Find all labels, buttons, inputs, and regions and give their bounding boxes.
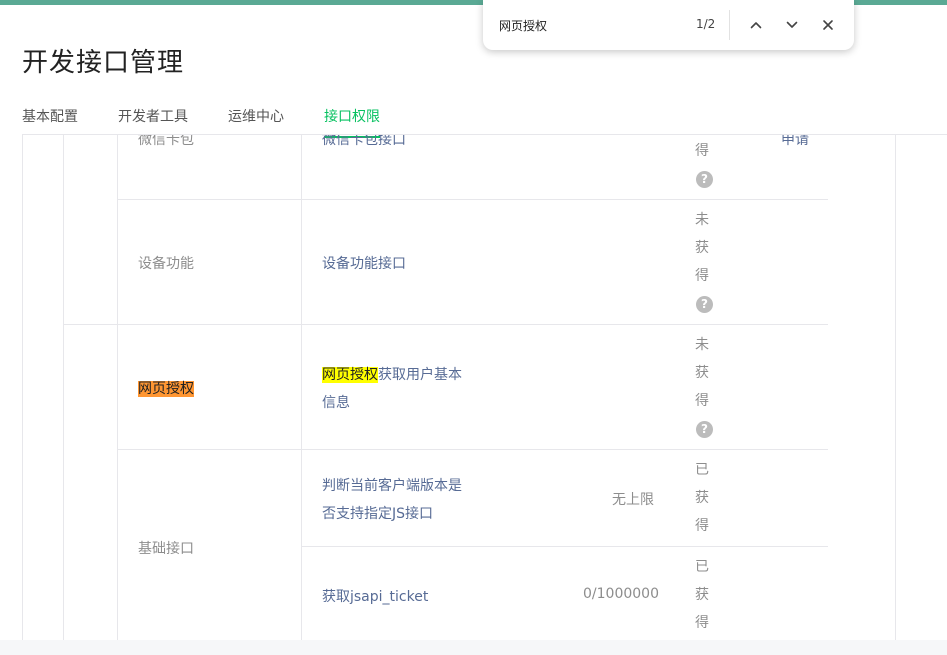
- interface-web-auth-line1[interactable]: 网页授权获取用户基本: [322, 364, 462, 384]
- status-char: 获: [695, 240, 709, 256]
- quota-value: 无上限: [612, 492, 654, 508]
- close-icon: [823, 20, 833, 30]
- category-column-divider: [117, 135, 118, 640]
- status-char: 未: [695, 212, 709, 228]
- interface-check-js-api-line2[interactable]: 否支持指定JS接口: [322, 503, 433, 523]
- status-char: 获: [695, 490, 709, 506]
- tab-basic-config[interactable]: 基本配置: [22, 106, 78, 126]
- category-basic-interface: 基础接口: [138, 541, 194, 557]
- interface-jsapi-ticket[interactable]: 获取jsapi_ticket: [322, 586, 428, 606]
- chevron-up-icon: [750, 22, 762, 29]
- interface-device-function[interactable]: 设备功能接口: [322, 253, 406, 273]
- table-border-right: [895, 135, 896, 640]
- status-char: 获: [695, 587, 709, 603]
- apply-link[interactable]: 申请: [781, 135, 809, 149]
- find-current-match: 网页授权: [138, 381, 194, 397]
- permissions-table: 微信卡包 微信卡包接口 得 ? 申请 设备功能 设备功能接口 未 获 得 ? 网…: [22, 135, 947, 640]
- find-match-count: 1/2: [696, 17, 716, 31]
- category-web-auth: 网页授权: [138, 378, 194, 398]
- help-icon[interactable]: ?: [696, 421, 713, 438]
- status-char: 得: [695, 143, 709, 159]
- sub-row-divider: [301, 546, 828, 547]
- status-char: 得: [695, 393, 709, 409]
- help-icon[interactable]: ?: [696, 296, 713, 313]
- find-input[interactable]: [499, 15, 679, 35]
- status-char: 已: [695, 462, 709, 478]
- interface-web-auth-line2[interactable]: 信息: [322, 392, 350, 412]
- tab-interface-permissions[interactable]: 接口权限: [324, 106, 380, 138]
- category-device-function: 设备功能: [138, 256, 194, 272]
- interface-column-divider: [301, 135, 302, 640]
- status-char: 获: [695, 365, 709, 381]
- help-icon[interactable]: ?: [696, 171, 713, 188]
- interface-check-js-api-line1[interactable]: 判断当前客户端版本是: [322, 475, 462, 495]
- group-divider: [63, 324, 828, 325]
- tab-ops-center[interactable]: 运维中心: [228, 106, 284, 126]
- category-card-package: 微信卡包: [138, 135, 194, 148]
- status-char: 得: [695, 615, 709, 631]
- find-bar: 1/2: [483, 0, 854, 50]
- status-char: 得: [695, 268, 709, 284]
- row-divider: [117, 449, 828, 450]
- find-close-button[interactable]: [816, 13, 840, 37]
- status-char: 得: [695, 518, 709, 534]
- status-char: 未: [695, 337, 709, 353]
- row-divider: [117, 199, 828, 200]
- find-next-button[interactable]: [780, 13, 804, 37]
- page-title: 开发接口管理: [22, 48, 185, 78]
- table-border-left: [22, 135, 23, 640]
- find-match: 网页授权: [322, 367, 378, 383]
- status-char: 已: [695, 559, 709, 575]
- tab-developer-tools[interactable]: 开发者工具: [118, 106, 188, 126]
- group-column-divider: [63, 135, 64, 640]
- quota-value: 0/1000000: [583, 586, 659, 602]
- interface-card-package[interactable]: 微信卡包接口: [322, 135, 406, 149]
- find-previous-button[interactable]: [744, 13, 768, 37]
- find-bar-separator: [729, 10, 730, 40]
- chevron-down-icon: [786, 21, 798, 28]
- page-bottom-background: [0, 640, 947, 655]
